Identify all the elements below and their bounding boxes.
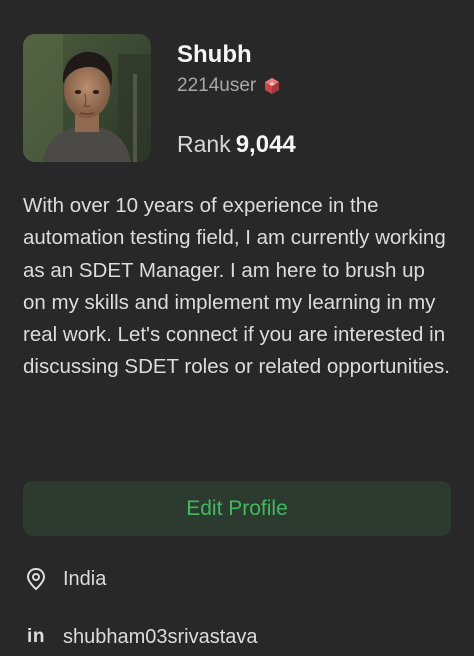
username-row: 2214user	[177, 73, 282, 99]
rank-value: 9,044	[235, 131, 296, 158]
cube-badge-icon[interactable]	[262, 76, 282, 96]
linkedin-icon: in	[23, 624, 49, 650]
username: 2214user	[177, 75, 257, 96]
location-text: India	[63, 567, 107, 590]
avatar-image	[23, 34, 151, 162]
linkedin-glyph: in	[27, 626, 45, 647]
avatar[interactable]	[23, 34, 151, 162]
linkedin-row[interactable]: in shubham03srivastava	[23, 622, 258, 652]
rank: Rank 9,044	[177, 128, 296, 164]
profile-card: Shubh 2214user Rank 9,044 With over 10 ye…	[0, 0, 474, 656]
location-row: India	[23, 564, 106, 594]
rank-label: Rank	[177, 131, 231, 157]
profile-name: Shubh	[177, 41, 252, 68]
profile-bio: With over 10 years of experience in the …	[23, 194, 450, 379]
location-pin-icon	[23, 566, 49, 592]
edit-profile-button[interactable]: Edit Profile	[23, 481, 451, 536]
linkedin-link[interactable]: shubham03srivastava	[63, 626, 258, 649]
